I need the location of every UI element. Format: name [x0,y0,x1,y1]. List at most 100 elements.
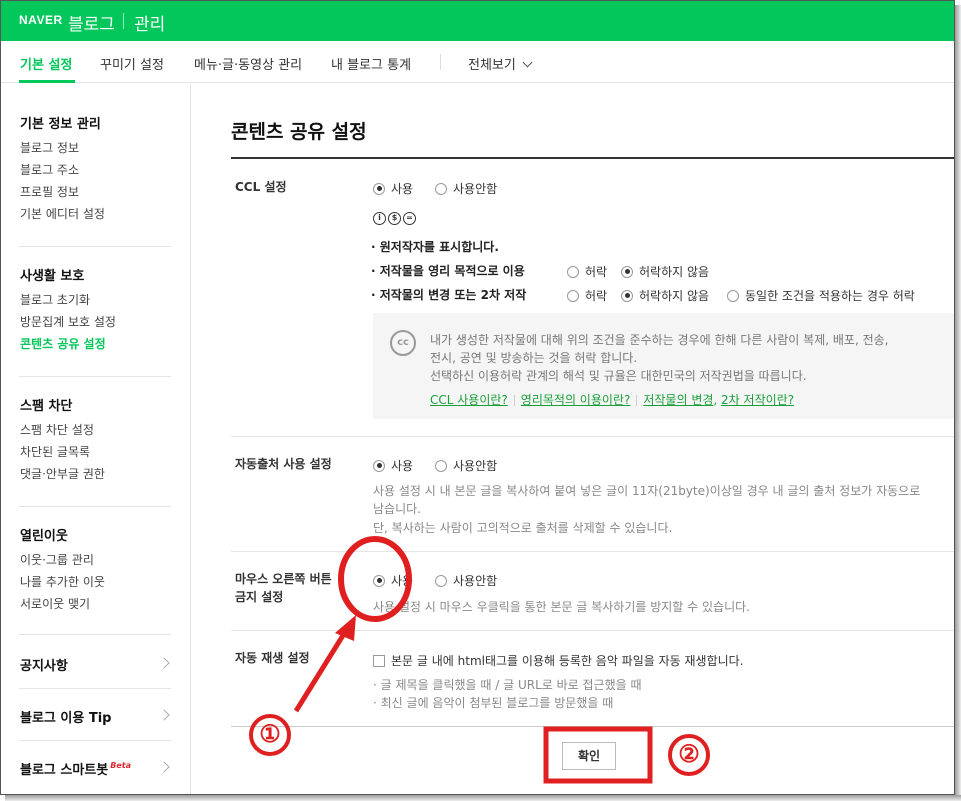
autoplay-label: 자동 재생 설정 [235,651,310,665]
radio-checked-icon [373,182,385,195]
bottom-divider [231,726,954,727]
row-divider [231,436,954,437]
autoplay-checkbox[interactable]: 본문 글 내에 html태그를 이용해 등록한 음악 파일을 자동 재생합니다. [373,652,744,669]
radio-checked-icon [373,459,385,472]
frame-shadow-right [955,5,961,801]
confirm-button[interactable]: 확인 [562,742,616,770]
link-what-is-derivative[interactable]: 2차 저작이란? [721,393,794,407]
blog-logo[interactable]: 블로그 [68,10,115,35]
sidebar-item-blog-info[interactable]: 블로그 정보 [20,139,79,156]
auto-source-desc-3: 단, 복사하는 사람이 고의적으로 출처를 삭제할 수 있습니다. [373,521,673,535]
commercial-allow-radio[interactable]: 허락 [567,263,607,280]
link-what-is-ccl[interactable]: CCL 사용이란? [430,393,508,407]
right-click-use-radio[interactable]: 사용 [373,572,413,589]
ccl-nouse-label: 사용안함 [453,182,498,196]
annotation-number-1: ① [249,714,291,756]
attribution-icon: i [373,212,386,225]
tab-bar: 기본 설정 꾸미기 설정 메뉴·글·동영상 관리 내 블로그 통계 전체보기 [1,41,954,83]
sidebar-divider [19,740,171,741]
sidebar-item-neighbor-groups[interactable]: 이웃·그룹 관리 [20,551,94,568]
tab-basic-settings[interactable]: 기본 설정 [20,54,72,73]
row-divider [231,630,954,631]
right-click-label-1: 마우스 오른쪽 버튼 [235,572,332,586]
auto-source-label: 자동출처 사용 설정 [235,457,332,471]
smartbot-label: 블로그 스마트봇 [20,763,109,778]
derivative-same-condition-radio[interactable]: 동일한 조건을 적용하는 경우 허락 [727,287,915,304]
ccl-info-line-3: 선택하신 이용허락 관계의 해석 및 규율은 대한민국의 저작권법을 따릅니다. [430,369,807,383]
radio-unchecked-icon [435,574,447,587]
ccl-use-label: 사용 [391,182,414,196]
right-click-nouse-label: 사용안함 [453,574,498,588]
sidebar-divider [19,506,171,507]
chevron-right-icon [158,709,170,721]
sidebar-item-spam-block[interactable]: 스팸 차단 설정 [20,421,94,438]
noderivatives-icon: = [403,212,416,225]
sidebar-item-mutual-neighbors[interactable]: 서로이웃 맺기 [20,595,90,612]
tab-menu-posts-videos[interactable]: 메뉴·글·동영상 관리 [194,54,302,73]
sidebar-group-title-neighbors: 열린이웃 [20,529,68,544]
row-divider [231,551,954,552]
commercial-deny-radio[interactable]: 허락하지 않음 [621,263,709,280]
sidebar-divider [19,634,171,635]
sidebar-item-profile-info[interactable]: 프로필 정보 [20,183,79,200]
ccl-info-box: cc 내가 생성한 저작물에 대해 위의 조건을 준수하는 경우에 한해 다른 … [373,313,954,419]
sidebar-link-usage-tip[interactable]: 블로그 이용 Tip [20,707,111,726]
radio-checked-icon [621,265,633,278]
cc-logo-icon: cc [390,330,416,356]
auto-source-desc-2: 남습니다. [373,502,421,516]
sidebar-item-visit-count-protect[interactable]: 방문집계 보호 설정 [20,313,116,330]
ccl-condition-derivatives: · 저작물의 변경 또는 2차 저작 [371,288,527,302]
right-click-nouse-radio[interactable]: 사용안함 [435,572,497,589]
sidebar-divider [19,688,171,689]
ccl-nouse-radio[interactable]: 사용안함 [435,180,497,197]
tab-view-all-label: 전체보기 [468,58,516,73]
sidebar-item-comment-permissions[interactable]: 댓글·안부글 권한 [20,465,105,482]
top-bar: NAVER 블로그 관리 [1,1,954,41]
auto-source-nouse-label: 사용안함 [453,459,498,473]
ccl-condition-commercial: · 저작물을 영리 목적으로 이용 [371,264,525,278]
page-title: 콘텐츠 공유 설정 [231,121,367,143]
ccl-info-line-1: 내가 생성한 저작물에 대해 위의 조건을 준수하는 경우에 한해 다른 사람이… [430,333,889,347]
tab-view-all[interactable]: 전체보기 [468,54,533,73]
right-click-label-2: 금지 설정 [235,590,284,604]
browser-frame: NAVER 블로그 관리 기본 설정 꾸미기 설정 메뉴·글·동영상 관리 내 … [0,0,955,795]
noncommercial-icon: $ [388,212,401,225]
derivative-deny-label: 허락하지 않음 [639,289,710,303]
tab-divider [440,54,441,70]
sidebar-link-smartbot[interactable]: 블로그 스마트봇 Beta [20,759,131,778]
radio-unchecked-icon [435,182,447,195]
sidebar-item-content-sharing[interactable]: 콘텐츠 공유 설정 [20,335,106,352]
sidebar-item-blog-address[interactable]: 블로그 주소 [20,161,79,178]
autoplay-checkbox-label: 본문 글 내에 html태그를 이용해 등록한 음악 파일을 자동 재생합니다. [391,654,744,668]
link-what-is-modification[interactable]: 저작물의 변경 [643,393,713,407]
sidebar-link-notice[interactable]: 공지사항 [20,655,68,674]
ccl-use-radio[interactable]: 사용 [373,180,413,197]
link-what-is-commercial[interactable]: 영리목적의 이용이란? [521,393,631,407]
derivative-same-condition-label: 동일한 조건을 적용하는 경우 허락 [745,289,915,303]
naver-logo[interactable]: NAVER [19,13,63,27]
sidebar-item-blocked-posts[interactable]: 차단된 글목록 [20,443,90,460]
sidebar-item-followers[interactable]: 나를 추가한 이웃 [20,573,105,590]
chevron-right-icon [158,657,170,669]
autoplay-desc-2: · 최신 글에 음악이 첨부된 블로그를 방문했을 때 [373,696,614,710]
ccl-setting-label: CCL 설정 [235,180,287,194]
ccl-icons: i $ = [373,212,416,225]
chevron-right-icon [158,761,170,773]
sidebar-item-blog-reset[interactable]: 블로그 초기화 [20,291,90,308]
derivative-deny-radio[interactable]: 허락하지 않음 [621,287,709,304]
admin-title[interactable]: 관리 [134,10,165,35]
auto-source-use-label: 사용 [391,459,414,473]
sidebar-item-default-editor[interactable]: 기본 에디터 설정 [20,205,105,222]
logo-divider [123,13,124,29]
checkbox-unchecked-icon [373,654,385,667]
tab-blog-stats[interactable]: 내 블로그 통계 [331,54,411,73]
tab-decoration[interactable]: 꾸미기 설정 [100,54,164,73]
auto-source-nouse-radio[interactable]: 사용안함 [435,457,497,474]
auto-source-use-radio[interactable]: 사용 [373,457,413,474]
ccl-help-links: CCL 사용이란? 영리목적의 이용이란? 저작물의 변경, 2차 저작이란? [430,393,795,407]
derivative-allow-radio[interactable]: 허락 [567,287,607,304]
sidebar: 기본 정보 관리 블로그 정보 블로그 주소 프로필 정보 기본 에디터 설정 … [1,84,191,794]
chevron-down-icon [522,57,533,68]
sidebar-group-title-basic-info: 기본 정보 관리 [20,117,101,132]
commercial-allow-label: 허락 [585,265,608,279]
